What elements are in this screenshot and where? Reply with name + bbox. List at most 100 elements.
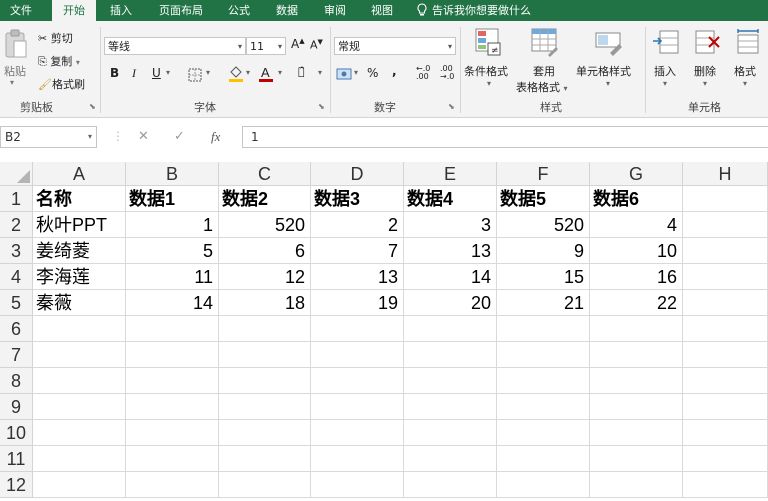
decrease-decimal-button[interactable]: .00 →.0: [440, 65, 454, 81]
cell-c9[interactable]: [219, 394, 311, 420]
underline-button[interactable]: U: [152, 66, 161, 80]
cell-g10[interactable]: [590, 420, 683, 446]
cell-c5[interactable]: 18: [219, 290, 311, 316]
cell-f12[interactable]: [497, 472, 590, 498]
column-header-e[interactable]: E: [404, 162, 497, 186]
tab-review[interactable]: 审阅: [318, 0, 352, 21]
cell-a5[interactable]: 秦薇: [33, 290, 126, 316]
font-color-dropdown-icon[interactable]: ▾: [278, 68, 282, 77]
number-launcher-icon[interactable]: ⬊: [448, 102, 455, 111]
cell-a9[interactable]: [33, 394, 126, 420]
cell-b8[interactable]: [126, 368, 219, 394]
cell-a11[interactable]: [33, 446, 126, 472]
cell-c12[interactable]: [219, 472, 311, 498]
cell-d3[interactable]: 7: [311, 238, 404, 264]
cell-e4[interactable]: 14: [404, 264, 497, 290]
cell-h9[interactable]: [683, 394, 768, 420]
cell-d9[interactable]: [311, 394, 404, 420]
cell-b1[interactable]: 数据1: [126, 186, 219, 212]
row-header-9[interactable]: 9: [0, 394, 33, 420]
percent-button[interactable]: %: [367, 66, 378, 80]
row-header-4[interactable]: 4: [0, 264, 33, 290]
cell-g11[interactable]: [590, 446, 683, 472]
tab-data[interactable]: 数据: [270, 0, 304, 21]
cell-f5[interactable]: 21: [497, 290, 590, 316]
clipboard-launcher-icon[interactable]: ⬊: [89, 102, 96, 111]
cell-b11[interactable]: [126, 446, 219, 472]
cell-f9[interactable]: [497, 394, 590, 420]
format-cells-button[interactable]: [734, 29, 762, 59]
tell-me-search[interactable]: 告诉我你想要做什么: [416, 0, 531, 21]
cell-e9[interactable]: [404, 394, 497, 420]
cell-d1[interactable]: 数据3: [311, 186, 404, 212]
shrink-font-button[interactable]: A▼: [310, 38, 323, 52]
cell-f6[interactable]: [497, 316, 590, 342]
cell-b3[interactable]: 5: [126, 238, 219, 264]
accounting-format-button[interactable]: [336, 66, 354, 85]
cell-g5[interactable]: 22: [590, 290, 683, 316]
cell-e8[interactable]: [404, 368, 497, 394]
cell-a8[interactable]: [33, 368, 126, 394]
cell-b12[interactable]: [126, 472, 219, 498]
cell-a7[interactable]: [33, 342, 126, 368]
cell-a3[interactable]: 姜绮菱: [33, 238, 126, 264]
tab-formulas[interactable]: 公式: [222, 0, 256, 21]
tab-file[interactable]: 文件: [0, 0, 42, 21]
grow-font-button[interactable]: A▲: [291, 37, 305, 51]
cell-c10[interactable]: [219, 420, 311, 446]
column-header-f[interactable]: F: [497, 162, 590, 186]
paste-dropdown-icon[interactable]: ▾: [10, 78, 14, 87]
row-header-7[interactable]: 7: [0, 342, 33, 368]
row-header-2[interactable]: 2: [0, 212, 33, 238]
cell-h5[interactable]: [683, 290, 768, 316]
cell-h7[interactable]: [683, 342, 768, 368]
format-painter-button[interactable]: 🖌格式刷: [38, 76, 85, 92]
cell-b10[interactable]: [126, 420, 219, 446]
number-format-select[interactable]: 常规 ▾: [334, 37, 456, 55]
confirm-entry-icon[interactable]: ✓: [174, 129, 185, 144]
cell-a6[interactable]: [33, 316, 126, 342]
row-header-6[interactable]: 6: [0, 316, 33, 342]
cell-c11[interactable]: [219, 446, 311, 472]
cell-c1[interactable]: 数据2: [219, 186, 311, 212]
cell-c7[interactable]: [219, 342, 311, 368]
cell-h2[interactable]: [683, 212, 768, 238]
phonetic-dropdown-icon[interactable]: ▾: [318, 68, 322, 77]
cell-f3[interactable]: 9: [497, 238, 590, 264]
cell-h6[interactable]: [683, 316, 768, 342]
cell-f4[interactable]: 15: [497, 264, 590, 290]
cell-e11[interactable]: [404, 446, 497, 472]
cell-a4[interactable]: 李海莲: [33, 264, 126, 290]
cut-button[interactable]: ✂ 剪切: [38, 30, 73, 46]
select-all-button[interactable]: [0, 162, 33, 186]
cell-d6[interactable]: [311, 316, 404, 342]
cell-styles-button[interactable]: [594, 27, 624, 61]
insert-cells-button[interactable]: [652, 29, 680, 59]
cell-b5[interactable]: 14: [126, 290, 219, 316]
cell-e10[interactable]: [404, 420, 497, 446]
cell-c6[interactable]: [219, 316, 311, 342]
cell-e1[interactable]: 数据4: [404, 186, 497, 212]
insert-function-button[interactable]: fx: [211, 129, 220, 145]
cell-f11[interactable]: [497, 446, 590, 472]
cell-h10[interactable]: [683, 420, 768, 446]
cell-e6[interactable]: [404, 316, 497, 342]
cell-g1[interactable]: 数据6: [590, 186, 683, 212]
conditional-dropdown-icon[interactable]: ▾: [487, 79, 491, 88]
column-header-h[interactable]: H: [683, 162, 768, 186]
cell-g3[interactable]: 10: [590, 238, 683, 264]
cell-a10[interactable]: [33, 420, 126, 446]
row-header-1[interactable]: 1: [0, 186, 33, 212]
column-header-c[interactable]: C: [219, 162, 311, 186]
tab-home[interactable]: 开始: [52, 0, 96, 21]
cell-g7[interactable]: [590, 342, 683, 368]
row-header-5[interactable]: 5: [0, 290, 33, 316]
cell-a2[interactable]: 秋叶PPT: [33, 212, 126, 238]
format-dropdown-icon[interactable]: ▾: [743, 79, 747, 88]
row-header-3[interactable]: 3: [0, 238, 33, 264]
tab-page-layout[interactable]: 页面布局: [150, 0, 212, 21]
cell-e12[interactable]: [404, 472, 497, 498]
tab-view[interactable]: 视图: [365, 0, 399, 21]
insert-dropdown-icon[interactable]: ▾: [663, 79, 667, 88]
cell-d7[interactable]: [311, 342, 404, 368]
